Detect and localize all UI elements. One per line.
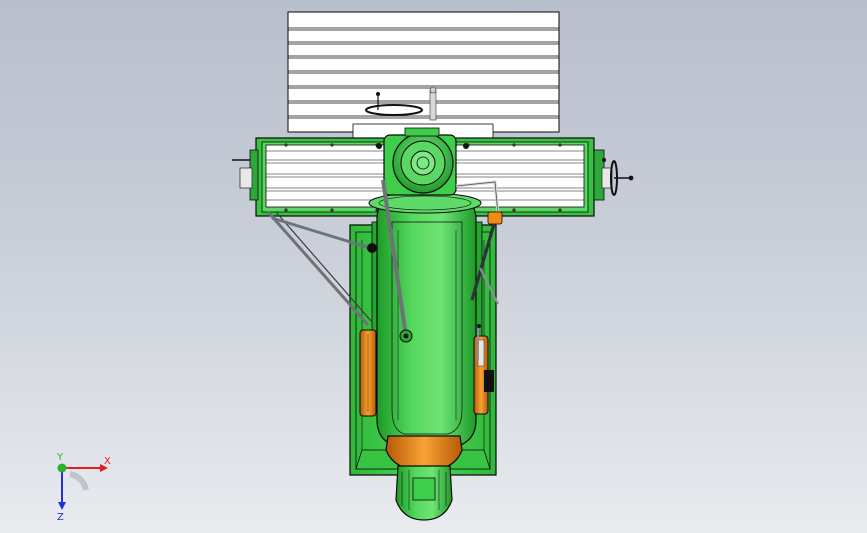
- x-axis-label: X: [104, 456, 111, 467]
- left-orange-panel[interactable]: [359, 329, 377, 417]
- orientation-triad: X Y Z: [56, 452, 111, 522]
- machine-column[interactable]: [368, 192, 483, 447]
- y-axis-dot: [57, 463, 67, 473]
- z-axis-label: Z: [57, 512, 64, 522]
- milling-machine-model[interactable]: [0, 0, 867, 533]
- spindle-head[interactable]: [376, 127, 469, 196]
- z-axis-head: [58, 502, 66, 510]
- y-axis-label: Y: [56, 452, 64, 463]
- cad-viewport[interactable]: X Y Z: [0, 0, 867, 533]
- rear-table[interactable]: [287, 11, 560, 139]
- drive-motor[interactable]: [385, 435, 463, 521]
